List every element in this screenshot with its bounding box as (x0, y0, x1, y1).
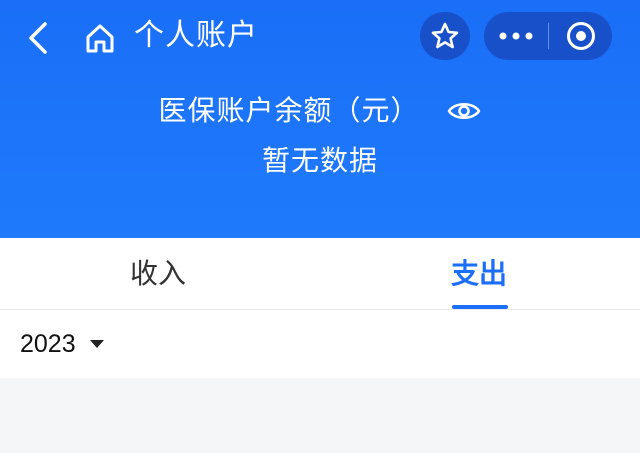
caret-down-icon (89, 340, 104, 348)
balance-label-row: 医保账户余额（元） (0, 92, 640, 129)
tab-bar: 收入 支出 (0, 238, 640, 310)
year-value: 2023 (20, 329, 76, 358)
active-tab-indicator (452, 305, 508, 309)
home-icon (86, 24, 114, 53)
year-filter-row: 2023 (0, 310, 640, 378)
records-list-area (0, 378, 640, 453)
tab-income[interactable]: 收入 (130, 238, 186, 310)
header: 个人账户 医保账户余额（元） 暂无数据 (0, 0, 640, 238)
balance-value: 暂无数据 (261, 144, 378, 177)
eye-icon[interactable] (447, 99, 481, 123)
back-button[interactable] (20, 18, 56, 58)
page-title: 个人账户 (134, 18, 258, 53)
tab-expense[interactable]: 支出 (451, 238, 507, 310)
close-miniprogram-button[interactable] (549, 12, 612, 60)
favorite-button[interactable] (420, 12, 470, 60)
more-icon (499, 32, 533, 40)
year-dropdown[interactable]: 2023 (20, 324, 104, 364)
star-icon (431, 22, 459, 49)
capsule-menu (484, 12, 612, 60)
balance-label: 医保账户余额（元） (158, 94, 420, 127)
home-button[interactable] (82, 18, 118, 58)
more-button[interactable] (484, 12, 548, 60)
target-circle-icon (566, 22, 595, 50)
chevron-left-icon (29, 22, 47, 54)
